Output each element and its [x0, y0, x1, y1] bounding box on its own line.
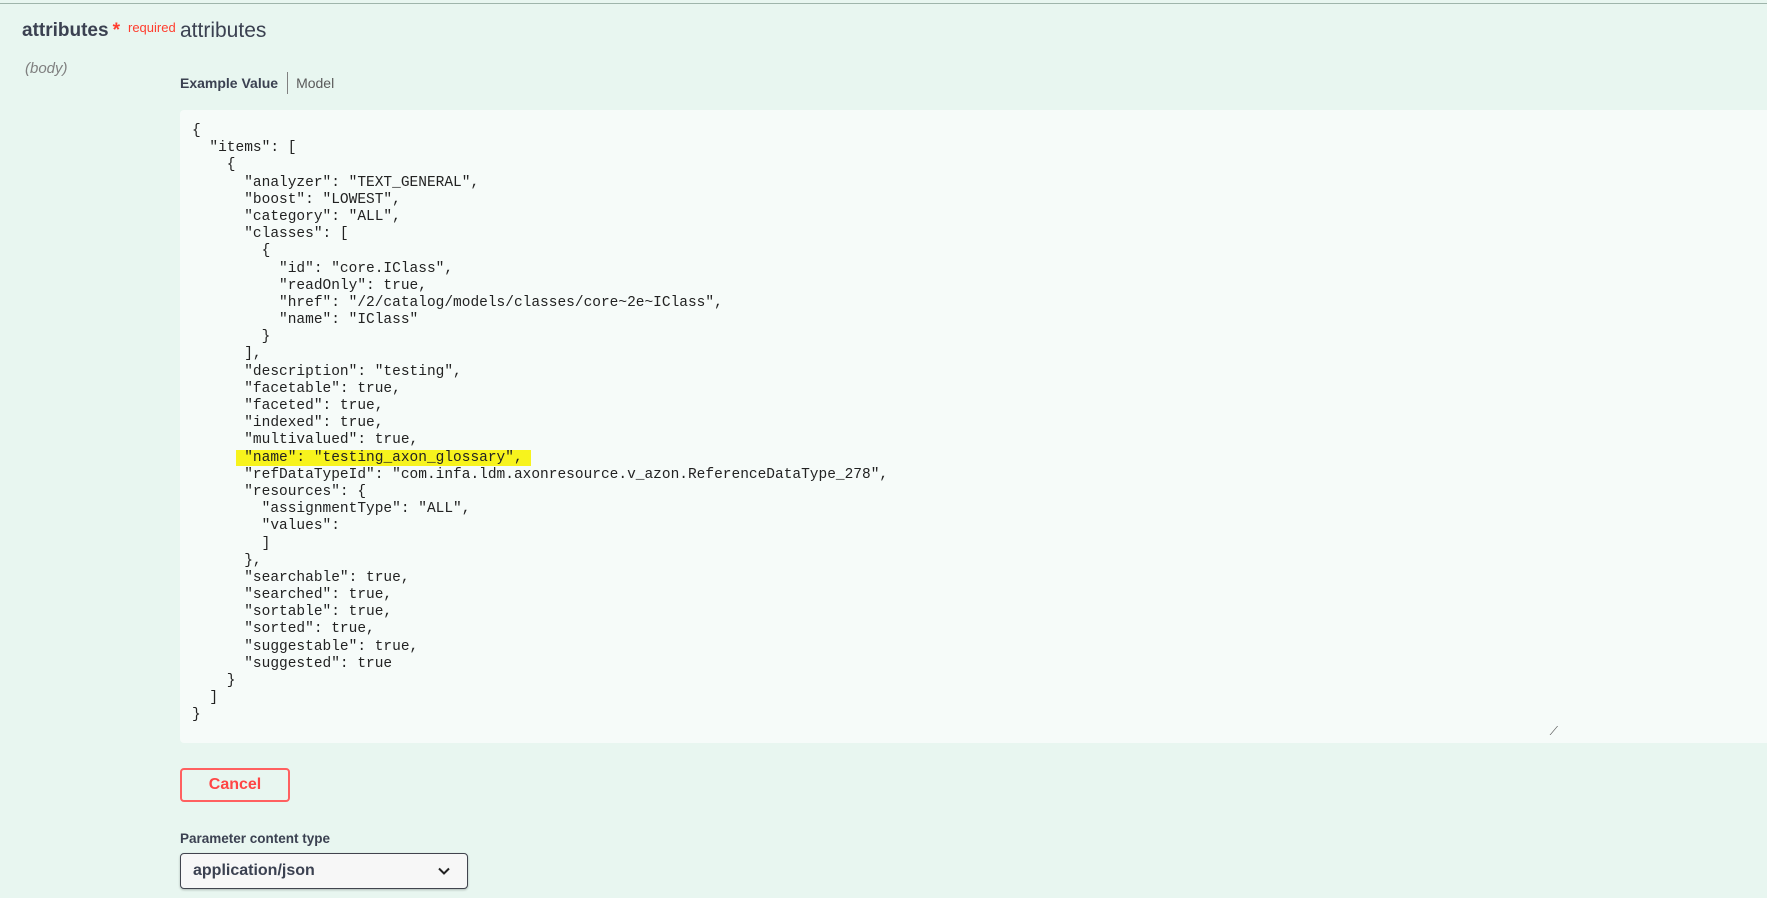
code-line: }, — [192, 552, 262, 569]
code-line: "sorted": true, — [192, 621, 375, 638]
code-line: "suggestable": true, — [192, 638, 419, 655]
code-line: } — [192, 673, 236, 689]
code-line: } — [192, 329, 271, 346]
code-line: { — [192, 157, 236, 174]
tab-example-value[interactable]: Example Value — [180, 75, 287, 91]
json-body: { "items": [ { "analyzer": "TEXT_GENERAL… — [180, 110, 1767, 738]
code-line: { — [192, 243, 271, 260]
chevron-down-icon — [438, 867, 450, 875]
code-line: "refDataTypeId": "com.infa.ldm.axonresou… — [192, 466, 889, 483]
code-line: ], — [192, 346, 262, 363]
parameter-name: attributes * — [22, 20, 120, 42]
code-line: "classes": [ — [192, 226, 349, 243]
code-line: "boost": "LOWEST", — [192, 191, 401, 208]
parameter-location: (body) — [25, 60, 68, 77]
code-line: "readOnly": true, — [192, 277, 427, 294]
code-line: "name": "IClass" — [192, 312, 419, 329]
code-line: "searched": true, — [192, 587, 393, 604]
code-line: "faceted": true, — [192, 398, 384, 414]
section-divider — [0, 3, 1767, 4]
resize-handle-icon[interactable]: ⟋ — [1550, 724, 1558, 739]
code-line: "multivalued": true, — [192, 432, 419, 449]
body-editor-textarea[interactable]: { "items": [ { "analyzer": "TEXT_GENERAL… — [180, 110, 1767, 743]
code-line: "id": "core.IClass", — [192, 260, 454, 277]
code-line: "indexed": true, — [192, 415, 384, 432]
required-star: * — [112, 20, 120, 41]
content-type-label: Parameter content type — [180, 831, 331, 846]
code-line: "description": "testing", — [192, 363, 462, 380]
highlighted-code: "name": "testing_axon_glossary", — [235, 449, 532, 466]
code-line: ] — [192, 690, 219, 707]
code-line: "category": "ALL", — [192, 208, 401, 225]
code-line: } — [192, 707, 201, 724]
code-line: "sortable": true, — [192, 604, 393, 621]
code-line: "searchable": true, — [192, 569, 410, 586]
code-line: "facetable": true, — [192, 380, 401, 397]
parameter-description: attributes — [180, 19, 267, 42]
code-line: ] — [192, 535, 271, 552]
parameter-name-text: attributes — [22, 20, 109, 41]
code-line: "items": [ — [192, 140, 297, 157]
code-line: "analyzer": "TEXT_GENERAL", — [192, 174, 480, 191]
example-tabs: Example Value Model — [180, 72, 334, 94]
code-line: "href": "/2/catalog/models/classes/core~… — [192, 294, 723, 311]
code-line: "values": — [192, 518, 340, 535]
cancel-button[interactable]: Cancel — [180, 768, 290, 802]
content-type-select[interactable]: application/json — [180, 853, 468, 889]
content-type-value: application/json — [193, 862, 315, 879]
code-line: "suggested": true — [192, 655, 393, 672]
code-line: "assignmentType": "ALL", — [192, 501, 471, 518]
required-label: required — [128, 20, 176, 35]
tab-model[interactable]: Model — [288, 75, 334, 91]
code-line: { — [192, 123, 201, 139]
code-line: "name": "testing_axon_glossary", — [192, 449, 1767, 467]
code-line: "resources": { — [192, 483, 367, 500]
